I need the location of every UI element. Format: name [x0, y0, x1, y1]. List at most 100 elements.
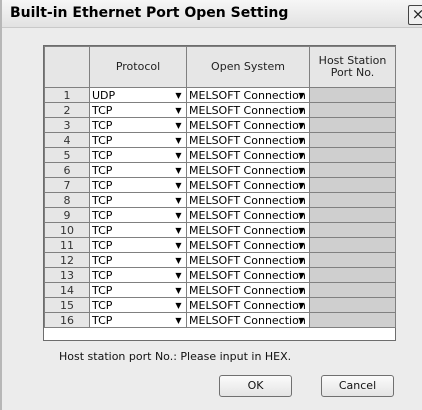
- chevron-down-icon[interactable]: ▼: [295, 239, 308, 252]
- chevron-down-icon[interactable]: ▼: [295, 314, 308, 327]
- open-system-value: MELSOFT Connection: [189, 178, 306, 192]
- open-system-value: MELSOFT Connection: [189, 163, 306, 177]
- host-station-port-cell: [309, 237, 396, 253]
- chevron-down-icon[interactable]: ▼: [295, 194, 308, 207]
- chevron-down-icon[interactable]: ▼: [172, 299, 185, 312]
- protocol-value: TCP: [92, 298, 113, 312]
- protocol-dropdown[interactable]: TCP ▼: [91, 164, 186, 177]
- chevron-down-icon[interactable]: ▼: [172, 269, 185, 282]
- protocol-cell: TCP ▼: [89, 102, 187, 118]
- chevron-down-icon[interactable]: ▼: [172, 314, 185, 327]
- host-station-port-cell: [309, 147, 396, 163]
- chevron-down-icon[interactable]: ▼: [295, 284, 308, 297]
- chevron-down-icon[interactable]: ▼: [172, 149, 185, 162]
- port-settings-table: Protocol Open System Host Station Port No…: [44, 46, 396, 328]
- open-system-dropdown[interactable]: MELSOFT Connection ▼: [188, 224, 309, 237]
- chevron-down-icon[interactable]: ▼: [295, 224, 308, 237]
- protocol-dropdown[interactable]: TCP ▼: [91, 224, 186, 237]
- dialog-title: Built-in Ethernet Port Open Setting: [10, 5, 289, 21]
- protocol-dropdown[interactable]: TCP ▼: [91, 178, 186, 192]
- protocol-value: TCP: [92, 148, 113, 162]
- open-system-dropdown[interactable]: MELSOFT Connection ▼: [188, 314, 309, 327]
- cancel-button[interactable]: Cancel: [321, 375, 394, 397]
- open-system-dropdown[interactable]: MELSOFT Connection ▼: [188, 118, 309, 132]
- chevron-down-icon[interactable]: ▼: [172, 104, 185, 117]
- protocol-dropdown[interactable]: UDP ▼: [91, 89, 186, 102]
- open-system-dropdown[interactable]: MELSOFT Connection ▼: [188, 163, 309, 177]
- chevron-down-icon[interactable]: ▼: [172, 224, 185, 237]
- chevron-down-icon[interactable]: ▼: [172, 164, 185, 177]
- open-system-cell: MELSOFT Connection ▼: [186, 282, 310, 298]
- ok-button[interactable]: OK: [219, 375, 292, 397]
- chevron-down-icon[interactable]: ▼: [295, 299, 308, 312]
- open-system-value: MELSOFT Connection: [189, 268, 306, 282]
- protocol-dropdown[interactable]: TCP ▼: [91, 239, 186, 252]
- protocol-dropdown[interactable]: TCP ▼: [91, 104, 186, 117]
- open-system-dropdown[interactable]: MELSOFT Connection ▼: [188, 178, 309, 192]
- chevron-down-icon[interactable]: ▼: [295, 134, 308, 147]
- open-system-dropdown[interactable]: MELSOFT Connection ▼: [188, 149, 309, 162]
- chevron-down-icon[interactable]: ▼: [295, 179, 308, 192]
- open-system-dropdown[interactable]: MELSOFT Connection ▼: [188, 268, 309, 282]
- protocol-dropdown[interactable]: TCP ▼: [91, 209, 186, 222]
- chevron-down-icon[interactable]: ▼: [172, 254, 185, 267]
- table-row: 11 TCP ▼ MELSOFT Connection ▼: [44, 237, 396, 253]
- open-system-dropdown[interactable]: MELSOFT Connection ▼: [188, 134, 309, 147]
- chevron-down-icon[interactable]: ▼: [295, 254, 308, 267]
- host-station-port-cell: [309, 132, 396, 148]
- chevron-down-icon[interactable]: ▼: [295, 89, 308, 102]
- open-system-dropdown[interactable]: MELSOFT Connection ▼: [188, 89, 309, 102]
- open-system-dropdown[interactable]: MELSOFT Connection ▼: [188, 299, 309, 312]
- open-system-cell: MELSOFT Connection ▼: [186, 177, 310, 193]
- protocol-cell: TCP ▼: [89, 117, 187, 133]
- open-system-dropdown[interactable]: MELSOFT Connection ▼: [188, 254, 309, 267]
- host-station-port-cell: [309, 117, 396, 133]
- protocol-dropdown[interactable]: TCP ▼: [91, 254, 186, 267]
- protocol-cell: TCP ▼: [89, 132, 187, 148]
- open-system-dropdown[interactable]: MELSOFT Connection ▼: [188, 284, 309, 297]
- open-system-cell: MELSOFT Connection ▼: [186, 207, 310, 223]
- protocol-dropdown[interactable]: TCP ▼: [91, 269, 186, 282]
- protocol-cell: TCP ▼: [89, 312, 187, 328]
- chevron-down-icon[interactable]: ▼: [295, 104, 308, 117]
- chevron-down-icon[interactable]: ▼: [172, 239, 185, 252]
- protocol-value: TCP: [92, 178, 113, 192]
- chevron-down-icon[interactable]: ▼: [295, 149, 308, 162]
- open-system-value: MELSOFT Connection: [189, 118, 306, 132]
- protocol-dropdown[interactable]: TCP ▼: [91, 148, 186, 162]
- chevron-down-icon[interactable]: ▼: [295, 119, 308, 132]
- title-bar[interactable]: Built-in Ethernet Port Open Setting ×: [2, 0, 422, 28]
- table-row: 16 TCP ▼ MELSOFT Connection ▼: [44, 312, 396, 328]
- chevron-down-icon[interactable]: ▼: [295, 209, 308, 222]
- open-system-dropdown[interactable]: MELSOFT Connection ▼: [188, 209, 309, 222]
- protocol-dropdown[interactable]: TCP ▼: [91, 134, 186, 147]
- open-system-dropdown[interactable]: MELSOFT Connection ▼: [188, 104, 309, 117]
- row-number: 10: [44, 222, 90, 238]
- protocol-dropdown[interactable]: TCP ▼: [91, 314, 186, 327]
- protocol-dropdown[interactable]: TCP ▼: [91, 284, 186, 297]
- chevron-down-icon[interactable]: ▼: [172, 284, 185, 297]
- chevron-down-icon[interactable]: ▼: [172, 134, 185, 147]
- host-station-port-cell: [309, 252, 396, 268]
- chevron-down-icon[interactable]: ▼: [295, 164, 308, 177]
- host-station-port-cell: [309, 102, 396, 118]
- open-system-dropdown[interactable]: MELSOFT Connection ▼: [188, 239, 309, 252]
- open-system-dropdown[interactable]: MELSOFT Connection ▼: [188, 194, 309, 207]
- protocol-cell: TCP ▼: [89, 297, 187, 313]
- chevron-down-icon[interactable]: ▼: [172, 89, 185, 102]
- table-row: 1 UDP ▼ MELSOFT Connection ▼: [44, 87, 396, 103]
- chevron-down-icon[interactable]: ▼: [172, 119, 185, 132]
- close-icon[interactable]: ×: [408, 5, 422, 25]
- row-number: 6: [44, 162, 90, 178]
- chevron-down-icon[interactable]: ▼: [295, 269, 308, 282]
- chevron-down-icon[interactable]: ▼: [172, 209, 185, 222]
- protocol-cell: TCP ▼: [89, 147, 187, 163]
- protocol-dropdown[interactable]: TCP ▼: [91, 298, 186, 312]
- chevron-down-icon[interactable]: ▼: [172, 179, 185, 192]
- protocol-dropdown[interactable]: TCP ▼: [91, 119, 186, 132]
- protocol-cell: TCP ▼: [89, 192, 187, 208]
- protocol-cell: TCP ▼: [89, 282, 187, 298]
- row-number: 5: [44, 147, 90, 163]
- protocol-dropdown[interactable]: TCP ▼: [91, 194, 186, 207]
- chevron-down-icon[interactable]: ▼: [172, 194, 185, 207]
